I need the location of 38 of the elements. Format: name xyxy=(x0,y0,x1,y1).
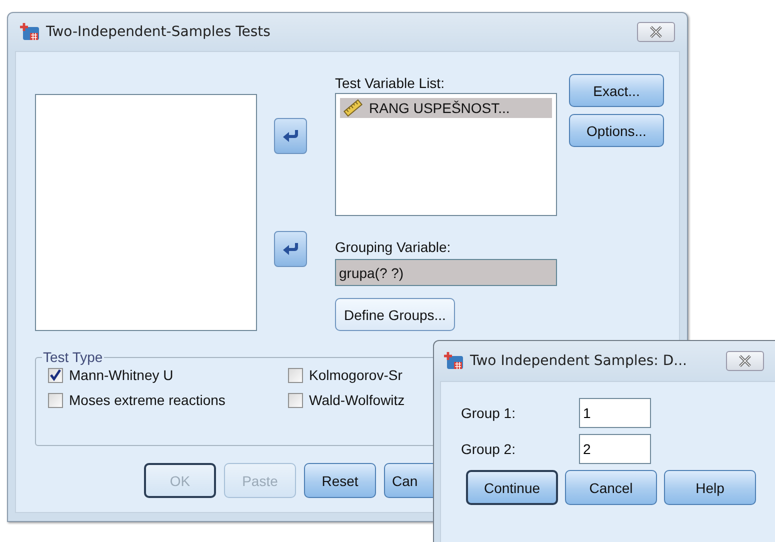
list-label: Test Variable List: xyxy=(335,74,446,92)
dialog-button[interactable]: Options... xyxy=(569,114,664,147)
checkbox-label: Wald-Wolfowitz xyxy=(309,392,405,408)
field-label: Group 2: xyxy=(461,441,516,457)
table-icon xyxy=(444,351,464,371)
checkbox-label: Mann-Whitney U xyxy=(69,367,174,383)
window-title: Two Independent Samples: D... xyxy=(470,353,688,369)
curved-arrow-icon xyxy=(282,129,298,143)
close-button[interactable] xyxy=(726,351,764,371)
grouping-field[interactable]: grupa(? ?) xyxy=(335,259,557,286)
move-button[interactable] xyxy=(274,118,307,154)
dialog-button[interactable]: Continue xyxy=(466,470,558,505)
close-icon xyxy=(738,355,752,367)
table-icon xyxy=(20,22,40,42)
window-title: Two-Independent-Samples Tests xyxy=(46,24,272,40)
close-button[interactable] xyxy=(637,22,675,42)
checkbox[interactable] xyxy=(48,368,63,382)
dialog-button[interactable]: Cancel xyxy=(565,470,657,505)
field-label: Grouping Variable: xyxy=(335,238,452,256)
checkbox-label: Kolmogorov-Sr xyxy=(309,367,402,383)
dialog-button[interactable]: Reset xyxy=(304,463,376,498)
dialog-button[interactable]: Help xyxy=(664,470,756,505)
checkbox[interactable] xyxy=(288,392,303,408)
field-label: Group 1: xyxy=(461,405,516,421)
checkbox-label: Moses extreme reactions xyxy=(69,392,226,408)
list-item[interactable]: RANG USPEŠNOST... xyxy=(340,98,552,118)
define-groups-button[interactable]: Define Groups... xyxy=(335,298,455,331)
input-field[interactable]: 1 xyxy=(579,398,651,428)
test-variable-list[interactable]: RANG USPEŠNOST... xyxy=(335,93,557,216)
close-icon xyxy=(649,26,663,38)
input-field[interactable]: 2 xyxy=(579,434,651,464)
checkbox[interactable] xyxy=(48,392,63,408)
curved-arrow-icon xyxy=(282,242,298,256)
move-button[interactable] xyxy=(274,231,307,267)
dialog-button[interactable]: Exact... xyxy=(569,74,664,107)
checkbox[interactable] xyxy=(288,368,303,382)
group-title: Test Type xyxy=(42,349,104,365)
ruler-icon xyxy=(343,99,363,117)
